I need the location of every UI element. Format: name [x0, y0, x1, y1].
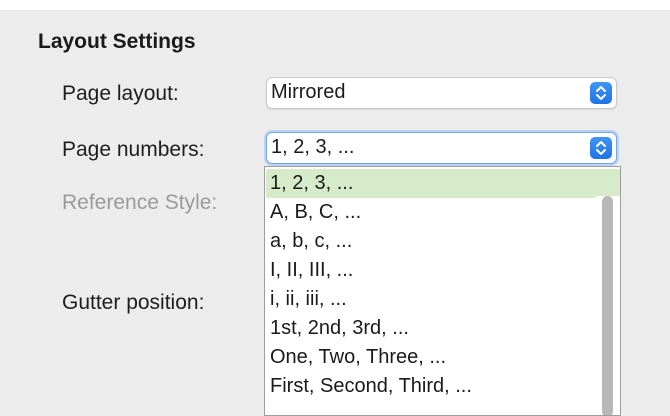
- page-layout-select[interactable]: Mirrored: [266, 77, 617, 109]
- page-numbers-dropdown-list[interactable]: 1, 2, 3, ... A, B, C, ... a, b, c, ... I…: [264, 166, 621, 416]
- section-title: Layout Settings: [38, 30, 196, 53]
- page-numbers-label: Page numbers:: [62, 138, 205, 161]
- top-strip: [0, 0, 670, 10]
- scrollbar-thumb[interactable]: [602, 196, 613, 415]
- dropdown-option[interactable]: 1, 2, 3, ...: [266, 169, 620, 198]
- dropdown-option[interactable]: I, II, III, ...: [266, 256, 612, 285]
- dropdown-option[interactable]: First, Second, Third, ...: [266, 372, 612, 401]
- dropdown-option[interactable]: 1st, 2nd, 3rd, ...: [266, 314, 612, 343]
- gutter-position-label: Gutter position:: [62, 291, 205, 314]
- chevron-up-down-icon[interactable]: [590, 82, 612, 104]
- dropdown-option[interactable]: a, b, c, ...: [266, 227, 612, 256]
- reference-style-label: Reference Style:: [62, 191, 218, 214]
- page-layout-label: Page layout:: [62, 82, 179, 105]
- dropdown-option[interactable]: i, ii, iii, ...: [266, 285, 612, 314]
- page-layout-value: Mirrored: [271, 81, 346, 103]
- chevron-up-down-icon[interactable]: [590, 137, 612, 159]
- dropdown-scrollbar[interactable]: [596, 196, 620, 415]
- page-numbers-value: 1, 2, 3, ...: [271, 136, 355, 158]
- dropdown-option[interactable]: One, Two, Three, ...: [266, 343, 612, 372]
- page-numbers-select[interactable]: 1, 2, 3, ...: [266, 132, 617, 164]
- dropdown-option[interactable]: A, B, C, ...: [266, 198, 612, 227]
